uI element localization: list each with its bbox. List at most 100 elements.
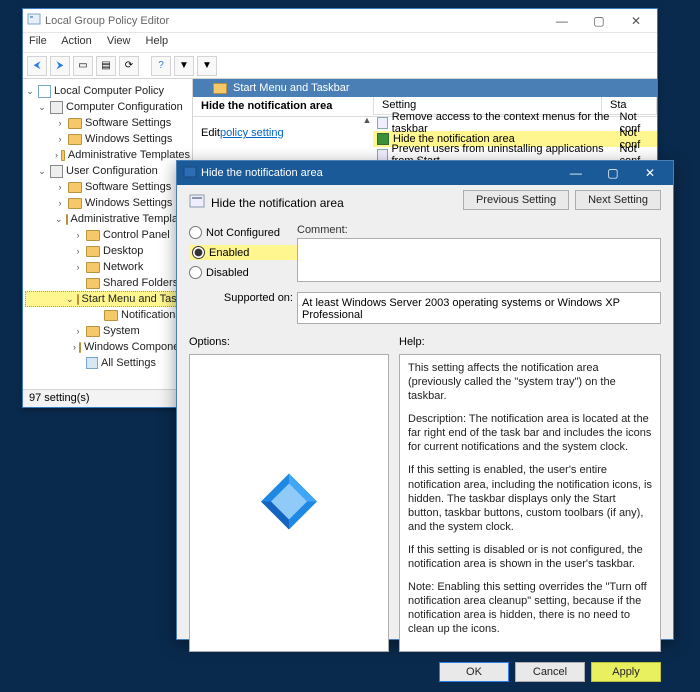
edit-policy-link[interactable]: policy setting <box>220 117 284 139</box>
radio-not-configured[interactable]: Not Configured <box>189 226 297 239</box>
radio-label: Not Configured <box>206 227 280 239</box>
tb-up-icon[interactable]: ▭ <box>73 56 93 76</box>
previous-setting-button[interactable]: Previous Setting <box>463 190 569 210</box>
tree-user-config[interactable]: ⌄User Configuration <box>25 163 190 179</box>
policy-dialog: Hide the notification area — ▢ ✕ Hide th… <box>176 160 674 640</box>
help-text: Note: Enabling this setting overrides th… <box>408 580 652 636</box>
help-text: Description: The notification area is lo… <box>408 412 652 454</box>
tree-windows-components[interactable]: ›Windows Components <box>25 339 190 355</box>
tree-label: All Settings <box>101 357 156 369</box>
tree-network[interactable]: ›Network <box>25 259 190 275</box>
settings-list: Remove access to the context menus for t… <box>373 115 657 163</box>
tree-notifications[interactable]: Notifications <box>25 307 190 323</box>
tree-label: Software Settings <box>85 181 171 193</box>
dialog-minimize-button[interactable]: — <box>559 161 593 185</box>
tree-root-label: Local Computer Policy <box>54 85 164 97</box>
comment-label: Comment: <box>297 224 661 238</box>
tree-shared-folders[interactable]: Shared Folders <box>25 275 190 291</box>
tree-label: Administrative Templates <box>71 213 193 225</box>
settings-row[interactable]: Remove access to the context menus for t… <box>373 115 657 131</box>
ok-button[interactable]: OK <box>439 662 509 682</box>
tree-all-settings[interactable]: All Settings <box>25 355 190 371</box>
cancel-button[interactable]: Cancel <box>515 662 585 682</box>
tree-label: Network <box>103 261 143 273</box>
radio-label: Enabled <box>209 247 249 259</box>
supported-label: Supported on: <box>189 292 293 304</box>
tree-control-panel[interactable]: ›Control Panel <box>25 227 190 243</box>
scroll-up-icon[interactable]: ▲ <box>362 115 372 125</box>
tb-refresh-icon[interactable]: ⟳ <box>119 56 139 76</box>
tree-label: Control Panel <box>103 229 170 241</box>
tree-label: Desktop <box>103 245 143 257</box>
dialog-icon <box>183 165 197 182</box>
menu-view[interactable]: View <box>107 35 131 47</box>
help-text: If this setting is disabled or is not co… <box>408 543 652 571</box>
tree-label: Notifications <box>121 309 181 321</box>
gpedit-titlebar: Local Group Policy Editor — ▢ ✕ <box>23 9 657 33</box>
tree-admin-templates[interactable]: ›Administrative Templates <box>25 147 190 163</box>
help-pane[interactable]: This setting affects the notification ar… <box>399 354 661 652</box>
tree-label: System <box>103 325 140 337</box>
tb-props-icon[interactable]: ▤ <box>96 56 116 76</box>
options-pane <box>189 354 389 652</box>
menu-help[interactable]: Help <box>146 35 169 47</box>
tree-admin-templates-2[interactable]: ⌄Administrative Templates <box>25 211 190 227</box>
tree-label: Windows Settings <box>85 133 172 145</box>
tree-software-settings[interactable]: ›Software Settings <box>25 115 190 131</box>
maximize-button[interactable]: ▢ <box>582 10 616 32</box>
tree-label: Administrative Templates <box>68 149 190 161</box>
details-header-label: Start Menu and Taskbar <box>233 82 350 94</box>
tree-label: User Configuration <box>66 165 158 177</box>
tb-filter2-icon[interactable]: ▼ <box>197 56 217 76</box>
tree-label: Software Settings <box>85 117 171 129</box>
tb-forward-icon[interactable]: ⮞ <box>50 56 70 76</box>
dialog-titlebar: Hide the notification area — ▢ ✕ <box>177 161 673 185</box>
policy-name: Hide the notification area <box>211 196 451 210</box>
dialog-footer: OK Cancel Apply <box>177 652 673 692</box>
dialog-close-button[interactable]: ✕ <box>633 161 667 185</box>
tree-start-menu-taskbar[interactable]: ⌄Start Menu and Taskbar <box>25 291 190 307</box>
tree-windows-settings[interactable]: ›Windows Settings <box>25 131 190 147</box>
options-label: Options: <box>189 336 389 348</box>
tree-label: Shared Folders <box>103 277 178 289</box>
radio-label: Disabled <box>206 267 249 279</box>
dialog-header: Hide the notification area <box>177 185 463 220</box>
tree-system[interactable]: ›System <box>25 323 190 339</box>
dialog-maximize-button[interactable]: ▢ <box>596 161 630 185</box>
help-label: Help: <box>399 336 425 348</box>
tree-label: Windows Settings <box>85 197 172 209</box>
tree-computer-config[interactable]: ⌄Computer Configuration <box>25 99 190 115</box>
menu-file[interactable]: File <box>29 35 47 47</box>
tree-label: Computer Configuration <box>66 101 183 113</box>
menu-action[interactable]: Action <box>61 35 92 47</box>
comment-field[interactable] <box>297 238 661 282</box>
tb-back-icon[interactable]: ⮜ <box>27 56 47 76</box>
gpedit-toolbar: ⮜ ⮞ ▭ ▤ ⟳ ? ▼ ▼ <box>23 53 657 79</box>
apply-button[interactable]: Apply <box>591 662 661 682</box>
gpedit-title: Local Group Policy Editor <box>41 15 545 27</box>
next-setting-button[interactable]: Next Setting <box>575 190 661 210</box>
radio-enabled[interactable]: Enabled <box>189 245 297 260</box>
tree-root[interactable]: ⌄Local Computer Policy <box>25 83 190 99</box>
nav-tree[interactable]: ⌄Local Computer Policy ⌄Computer Configu… <box>23 79 193 389</box>
gpedit-menubar: File Action View Help <box>23 33 657 53</box>
row-label: Remove access to the context menus for t… <box>392 111 616 135</box>
tree-desktop[interactable]: ›Desktop <box>25 243 190 259</box>
tb-filter-icon[interactable]: ▼ <box>174 56 194 76</box>
watermark-logo-icon <box>257 470 321 537</box>
help-text: If this setting is enabled, the user's e… <box>408 463 652 533</box>
state-radios: Not Configured Enabled Disabled <box>189 224 297 282</box>
radio-disabled[interactable]: Disabled <box>189 266 297 279</box>
edit-label: Edit <box>193 117 220 139</box>
tb-help-icon[interactable]: ? <box>151 56 171 76</box>
help-text: This setting affects the notification ar… <box>408 361 652 403</box>
app-icon <box>27 12 41 29</box>
details-header: Start Menu and Taskbar <box>193 79 657 97</box>
supported-field: At least Windows Server 2003 operating s… <box>297 292 661 324</box>
policy-icon <box>189 193 205 212</box>
minimize-button[interactable]: — <box>545 10 579 32</box>
tree-windows-settings-2[interactable]: ›Windows Settings <box>25 195 190 211</box>
dialog-title: Hide the notification area <box>197 167 559 179</box>
close-button[interactable]: ✕ <box>619 10 653 32</box>
tree-software-settings-2[interactable]: ›Software Settings <box>25 179 190 195</box>
